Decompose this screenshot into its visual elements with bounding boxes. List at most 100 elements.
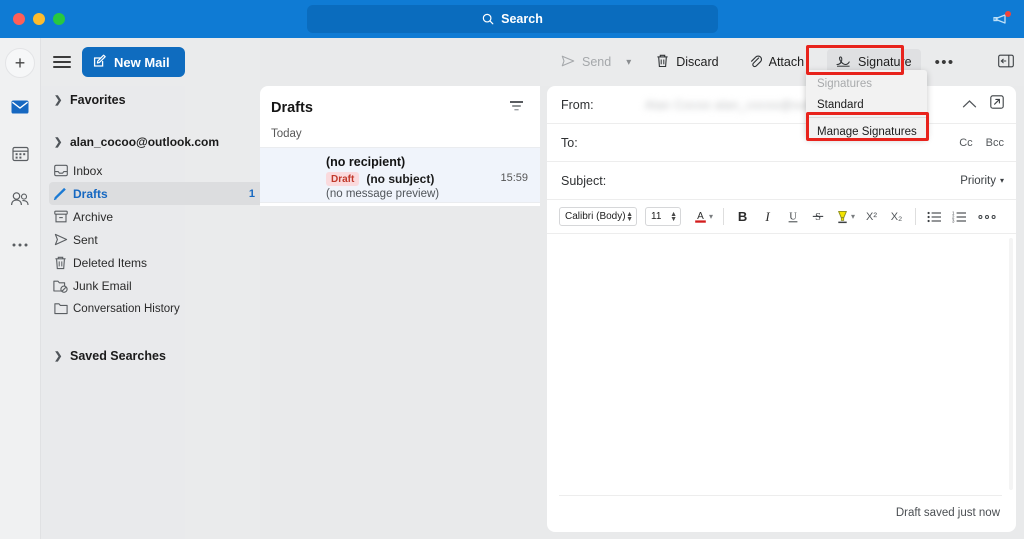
font-size-stepper-icon[interactable]: ▲ ▼ bbox=[670, 211, 677, 223]
favorites-label: Favorites bbox=[70, 93, 126, 107]
sidebar-item-deleted-items[interactable]: Deleted Items bbox=[49, 251, 254, 274]
message-time: 15:59 bbox=[500, 172, 528, 184]
unread-count: 1 bbox=[248, 187, 255, 200]
discard-button[interactable]: Discard bbox=[647, 49, 727, 75]
body-bottom-divider bbox=[559, 495, 1002, 496]
message-preview: (no message preview) bbox=[326, 188, 440, 200]
message-body-input[interactable] bbox=[547, 234, 1016, 496]
search-input[interactable]: Search bbox=[307, 5, 718, 33]
more-options-icon[interactable]: ••• bbox=[927, 54, 963, 71]
italic-icon[interactable]: I bbox=[755, 205, 780, 229]
superscript-icon[interactable]: X² bbox=[859, 205, 884, 229]
sidebar-item-junk-email[interactable]: Junk Email bbox=[49, 274, 254, 297]
send-options-chevron-down-icon[interactable]: ▾ bbox=[620, 57, 637, 68]
subject-row[interactable]: Subject: Priority ▾ bbox=[547, 162, 1016, 200]
sidebar-item-sent[interactable]: Sent bbox=[49, 228, 254, 251]
bcc-button[interactable]: Bcc bbox=[986, 137, 1004, 149]
subject-input[interactable] bbox=[627, 173, 1016, 188]
attach-button[interactable]: Attach bbox=[740, 49, 813, 75]
sidebar-item-label: Archive bbox=[73, 209, 114, 224]
megaphone-icon[interactable] bbox=[992, 9, 1014, 29]
panel-toggle-icon[interactable] bbox=[998, 54, 1014, 73]
sidebar-item-archive[interactable]: Archive bbox=[49, 205, 254, 228]
chevron-down-icon: ▾ bbox=[999, 176, 1004, 185]
sidebar-topbar: New Mail bbox=[41, 38, 260, 86]
from-label: From: bbox=[561, 97, 594, 112]
sidebar-item-label: Drafts bbox=[73, 186, 108, 201]
sidebar-item-label: Junk Email bbox=[73, 278, 132, 293]
font-size-select[interactable]: 11 ▲ ▼ bbox=[645, 207, 681, 226]
numbered-list-icon[interactable]: 123 bbox=[947, 205, 972, 229]
close-window-button[interactable] bbox=[13, 13, 25, 25]
filter-icon[interactable] bbox=[509, 99, 524, 117]
hamburger-icon[interactable] bbox=[53, 52, 71, 71]
more-format-icon[interactable] bbox=[972, 205, 1002, 229]
subscript-icon[interactable]: X₂ bbox=[884, 205, 909, 229]
new-mail-label: New Mail bbox=[114, 54, 170, 70]
to-row[interactable]: To: Cc Bcc bbox=[547, 124, 1016, 162]
svg-text:3: 3 bbox=[952, 218, 955, 222]
status-badge: Draft bbox=[326, 172, 360, 186]
sidebar-item-label: Conversation History bbox=[73, 302, 180, 315]
priority-button[interactable]: Priority ▾ bbox=[960, 175, 1004, 187]
junk-icon bbox=[53, 278, 68, 293]
sidebar-item-label: Deleted Items bbox=[73, 255, 148, 270]
cc-button[interactable]: Cc bbox=[959, 137, 972, 149]
list-item[interactable]: (no recipient) Draft (no subject) (no me… bbox=[260, 147, 540, 203]
chevron-up-icon[interactable] bbox=[962, 96, 977, 114]
bold-icon[interactable]: B bbox=[730, 205, 755, 229]
message-list-header: Drafts bbox=[260, 86, 540, 117]
compose-icon bbox=[93, 54, 107, 71]
font-family-stepper-icon[interactable]: ▲ ▼ bbox=[626, 211, 633, 223]
signature-pen-icon bbox=[836, 54, 851, 70]
font-size-value: 11 bbox=[651, 211, 662, 222]
rail-item-mail[interactable] bbox=[3, 90, 37, 124]
sidebar-item-label: Sent bbox=[73, 232, 98, 247]
svg-text:S: S bbox=[815, 212, 821, 223]
sent-icon bbox=[53, 232, 68, 247]
archive-icon bbox=[53, 209, 68, 224]
from-row: From: Alan Cocoo alan_cocoo@outlook.com bbox=[547, 86, 1016, 124]
svg-text:A: A bbox=[697, 211, 704, 222]
minimize-window-button[interactable] bbox=[33, 13, 45, 25]
sidebar-item-drafts[interactable]: Drafts 1 bbox=[49, 182, 271, 205]
sidebar-item-inbox[interactable]: Inbox 5 bbox=[49, 159, 283, 182]
rail-item-calendar[interactable] bbox=[3, 136, 37, 170]
draft-status-row: Draft saved just now bbox=[547, 496, 1016, 530]
underline-icon[interactable]: U bbox=[780, 205, 805, 229]
rail-item-people[interactable] bbox=[3, 182, 37, 216]
popout-icon[interactable] bbox=[990, 95, 1004, 114]
highlight-chevron-down-icon[interactable]: ▾ bbox=[851, 212, 855, 221]
search-placeholder-text: Search bbox=[501, 12, 543, 26]
new-item-button[interactable]: + bbox=[5, 48, 35, 78]
message-subject: (no subject) bbox=[366, 172, 435, 186]
sidebar-item-conversation-history[interactable]: Conversation History bbox=[49, 297, 254, 320]
sidebar-group-favorites[interactable]: ❯ Favorites bbox=[41, 89, 260, 111]
trash-icon bbox=[53, 255, 68, 270]
app-rail: + bbox=[0, 38, 41, 539]
toolbar-divider bbox=[723, 208, 725, 225]
page-title: Drafts bbox=[271, 100, 313, 116]
send-button[interactable]: Send bbox=[552, 49, 620, 75]
drafts-pencil-icon bbox=[53, 186, 68, 201]
attach-label: Attach bbox=[768, 55, 805, 69]
message-sender: (no recipient) bbox=[326, 155, 406, 169]
sidebar-group-account[interactable]: ❯ alan_cocoo@outlook.com bbox=[41, 131, 260, 153]
body-scrollbar[interactable] bbox=[1009, 238, 1013, 490]
signature-item-standard[interactable]: Standard bbox=[806, 94, 927, 115]
chevron-right-icon: ❯ bbox=[54, 350, 63, 362]
strikethrough-icon[interactable]: S bbox=[805, 205, 830, 229]
new-mail-button[interactable]: New Mail bbox=[82, 47, 185, 77]
subject-label: Subject: bbox=[561, 173, 607, 188]
font-color-chevron-down-icon[interactable]: ▾ bbox=[709, 212, 713, 221]
format-toolbar: Calibri (Body) ▲ ▼ 11 ▲ ▼ A ▾ B I U S ▾ … bbox=[547, 200, 1016, 234]
manage-signatures-item[interactable]: Manage Signatures bbox=[806, 120, 927, 143]
outlook-window: Search + New Mail ❯ Favorites ❯ alan_coc… bbox=[0, 0, 1024, 539]
search-icon bbox=[482, 13, 494, 25]
maximize-window-button[interactable] bbox=[53, 13, 65, 25]
window-controls[interactable] bbox=[13, 13, 65, 25]
bullet-list-icon[interactable] bbox=[922, 205, 947, 229]
rail-item-more[interactable] bbox=[3, 228, 37, 262]
font-family-select[interactable]: Calibri (Body) ▲ ▼ bbox=[559, 207, 637, 226]
sidebar-group-saved-searches[interactable]: ❯ Saved Searches bbox=[41, 345, 260, 367]
